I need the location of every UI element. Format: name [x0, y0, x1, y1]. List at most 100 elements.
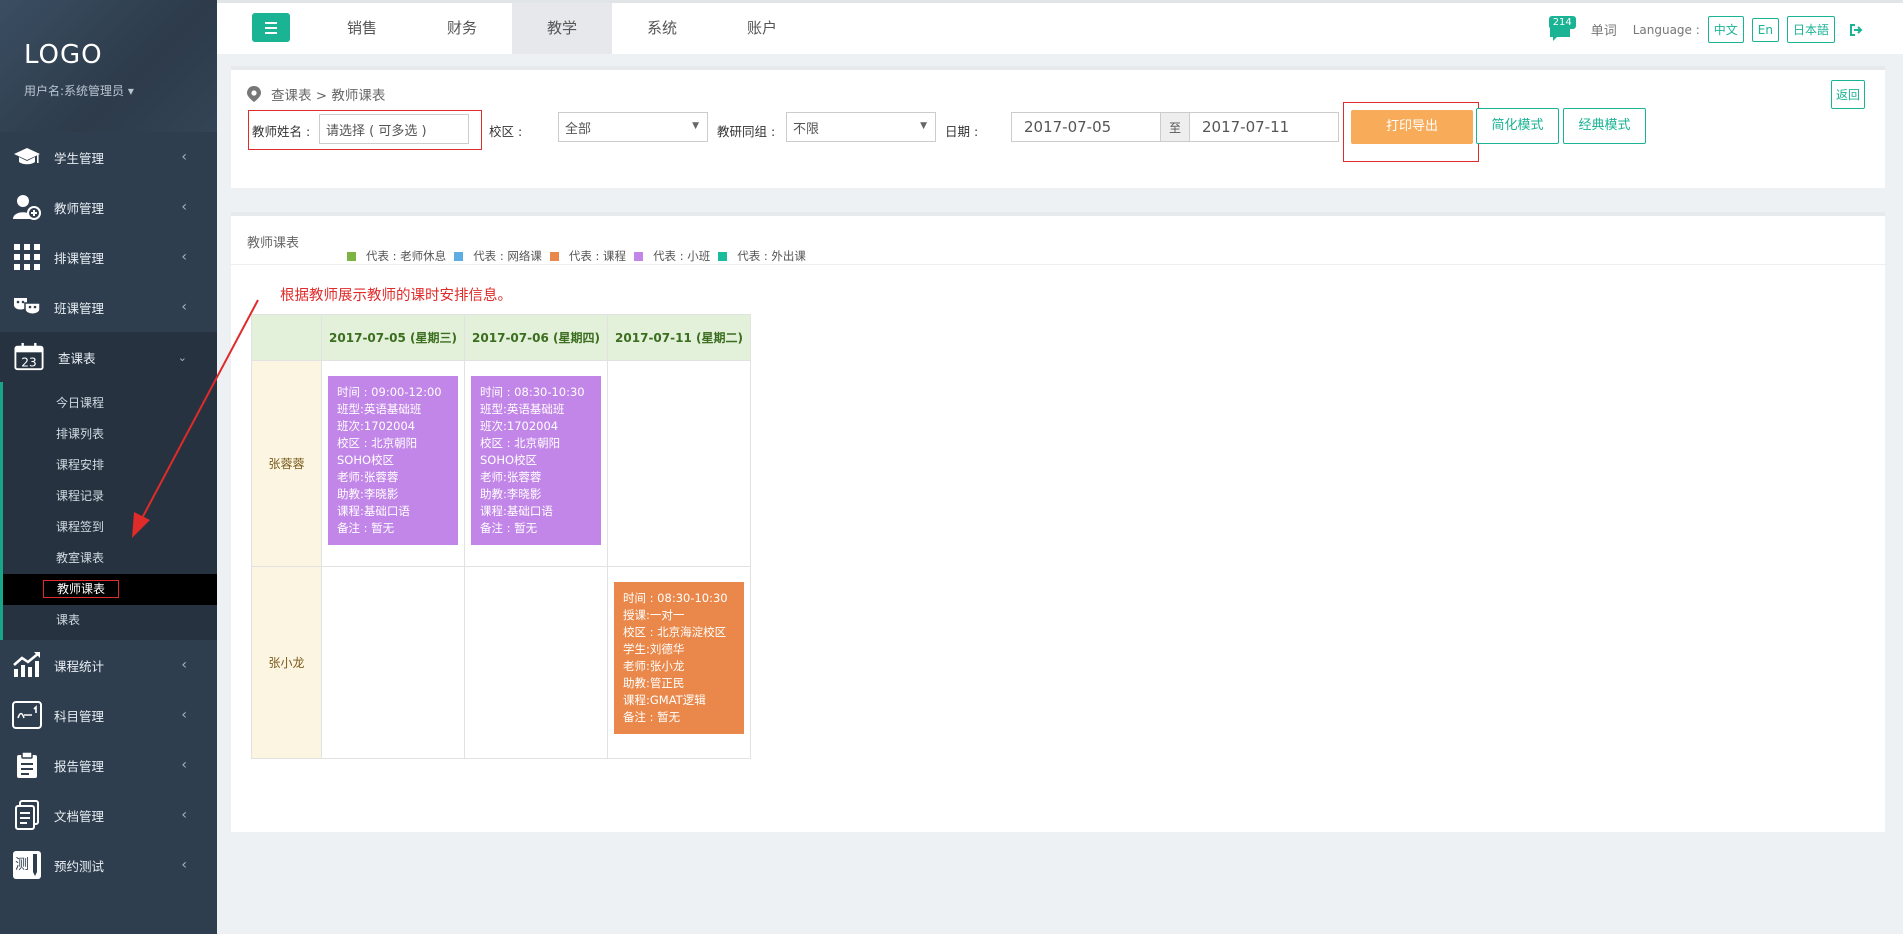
- annotation-text: 根据教师展示教师的课时安排信息。: [280, 288, 512, 304]
- filter-panel: 查课表 > 教师课表 返回 教师姓名 : 请选择 ( 可多选 ) 校区 : 全部…: [231, 66, 1885, 188]
- submenu-schedule-list[interactable]: 排课列表: [3, 419, 217, 450]
- date-to-input[interactable]: 2017-07-11: [1189, 112, 1339, 142]
- lang-zh-button[interactable]: 中文: [1707, 16, 1744, 43]
- word-link[interactable]: 单词: [1591, 20, 1617, 39]
- logout-icon[interactable]: [1849, 23, 1863, 37]
- dropdown-arrow-icon: ▼: [692, 121, 699, 131]
- user-menu[interactable]: 用户名:系统管理员 ▾: [24, 82, 217, 99]
- group-select[interactable]: 不限 ▼: [786, 112, 936, 142]
- tab-system[interactable]: 系统: [612, 3, 712, 54]
- teacher-select-input[interactable]: 请选择 ( 可多选 ): [319, 114, 469, 144]
- classic-mode-button[interactable]: 经典模式: [1563, 108, 1646, 144]
- teacher-name-cell: 张蓉蓉: [251, 360, 322, 567]
- course-detail-line: 时间 : 08:30-10:30: [480, 385, 585, 399]
- language-label: Language :: [1632, 22, 1700, 37]
- submenu-teacher-schedule-label: 教师课表: [43, 580, 120, 598]
- sidebar-item-label: 预约测试: [54, 858, 105, 874]
- course-detail-line: 授课:一对一: [623, 608, 685, 622]
- schedule-cell: 时间 : 08:30-10:30 授课:一对一 校区 : 北京海淀校区 学生:刘德华老…: [607, 566, 751, 759]
- table-row: 张小龙 时间 : 08:30-10:30 授课:一对一 校区 : 北京海淀校区 学生:刘…: [251, 566, 751, 759]
- submenu-timetable[interactable]: 课表: [3, 605, 217, 636]
- formula-board-icon: [12, 700, 42, 730]
- sidebar: LOGO 用户名:系统管理员 ▾ 学生管理 ‹ 教师管理 ‹ 排课管理 ‹ 班课…: [0, 0, 217, 934]
- lang-ja-button[interactable]: 日本語: [1786, 16, 1835, 43]
- date-separator: 至: [1160, 112, 1190, 142]
- schedule-cell[interactable]: [607, 360, 751, 567]
- chevron-left-icon: ‹: [181, 249, 187, 265]
- campus-select[interactable]: 全部 ▼: [558, 112, 708, 142]
- tab-teaching[interactable]: 教学: [512, 3, 612, 54]
- campus-select-value: 全部: [565, 121, 592, 137]
- legend-label: 代表 : 课程: [568, 249, 627, 263]
- chevron-left-icon: ‹: [181, 807, 187, 823]
- submenu-course-checkin[interactable]: 课程签到: [3, 512, 217, 543]
- sidebar-item-subject[interactable]: 科目管理 ‹: [0, 690, 217, 740]
- submenu-course-arrangement[interactable]: 课程安排: [3, 450, 217, 481]
- date-label: 日期 :: [945, 124, 979, 139]
- sidebar-item-test-booking[interactable]: 测 预约测试 ‹: [0, 840, 217, 890]
- course-card[interactable]: 时间 : 09:00-12:00 班型:英语基础班 班次:1702004 校区 : 北…: [328, 376, 458, 545]
- table-row: 张蓉蓉 时间 : 09:00-12:00 班型:英语基础班 班次:1702004 校区 …: [251, 360, 751, 567]
- column-header: 2017-07-06 (星期四): [464, 314, 608, 361]
- schedule-cell[interactable]: [464, 566, 608, 759]
- legend-label: 代表 : 外出课: [737, 249, 806, 263]
- schedule-panel: 教师课表 代表 : 老师休息 代表 : 网络课 代表 : 课程 代表 : 小班 …: [231, 212, 1885, 832]
- sidebar-item-teacher[interactable]: 教师管理 ‹: [0, 182, 217, 232]
- sidebar-item-report[interactable]: 报告管理 ‹: [0, 740, 217, 790]
- legend-label: 代表 : 网络课: [473, 249, 542, 263]
- user-add-icon: [12, 192, 42, 222]
- submenu-course-record[interactable]: 课程记录: [3, 481, 217, 512]
- campus-label: 校区 :: [489, 124, 523, 139]
- course-card[interactable]: 时间 : 08:30-10:30 班型:英语基础班 班次:1702004 校区 : 北…: [471, 376, 601, 545]
- sidebar-menu-lower: 课程统计 ‹ 科目管理 ‹ 报告管理 ‹ 文档管理 ‹ 测 预约测试 ‹: [0, 640, 217, 890]
- date-from-input[interactable]: 2017-07-05: [1011, 112, 1161, 142]
- caret-down-icon: ▾: [127, 84, 134, 98]
- tab-sales[interactable]: 销售: [312, 3, 412, 54]
- course-detail-line: 老师:张小龙: [623, 659, 685, 673]
- chevron-left-icon: ‹: [181, 857, 187, 873]
- sidebar-item-label: 科目管理: [54, 708, 105, 724]
- course-detail-line: 时间 : 08:30-10:30: [623, 591, 728, 605]
- sidebar-item-class[interactable]: 班课管理 ‹: [0, 282, 217, 332]
- chevron-left-icon: ‹: [181, 757, 187, 773]
- message-button[interactable]: 214: [1547, 15, 1576, 41]
- sidebar-item-label: 教师管理: [54, 200, 105, 216]
- menu-toggle-button[interactable]: [252, 13, 290, 42]
- sidebar-item-document[interactable]: 文档管理 ‹: [0, 790, 217, 840]
- schedule-cell[interactable]: [321, 566, 465, 759]
- course-detail-line: 班次:1702004: [337, 419, 416, 433]
- course-detail-line: 校区 : 北京海淀校区: [623, 625, 727, 639]
- course-detail-line: 课程:GMAT逻辑: [623, 693, 706, 707]
- chevron-left-icon: ‹: [181, 299, 187, 315]
- teacher-label: 教师姓名 :: [252, 124, 311, 139]
- back-button[interactable]: 返回: [1830, 80, 1865, 109]
- print-export-button[interactable]: 打印导出: [1351, 110, 1473, 144]
- submenu-classroom-schedule[interactable]: 教室课表: [3, 543, 217, 574]
- course-detail-line: 班型:英语基础班: [337, 402, 422, 416]
- lang-en-button[interactable]: En: [1751, 17, 1779, 42]
- simple-mode-button[interactable]: 简化模式: [1476, 108, 1559, 144]
- submenu-today-course[interactable]: 今日课程: [3, 388, 217, 419]
- breadcrumb-text: 查课表 > 教师课表: [271, 88, 386, 104]
- sidebar-item-schedule-view[interactable]: 23 查课表 ⌄: [0, 332, 217, 382]
- divider: [231, 264, 1885, 265]
- legend-swatch-course: [549, 251, 559, 261]
- sidebar-item-scheduling[interactable]: 排课管理 ‹: [0, 232, 217, 282]
- schedule-cell: 时间 : 09:00-12:00 班型:英语基础班 班次:1702004 校区 : 北…: [321, 360, 465, 567]
- submenu-teacher-schedule[interactable]: 教师课表: [3, 574, 217, 605]
- course-card[interactable]: 时间 : 08:30-10:30 授课:一对一 校区 : 北京海淀校区 学生:刘德华老…: [614, 582, 744, 734]
- course-detail-line: 助教:管正民: [623, 676, 685, 690]
- sidebar-item-course-stats[interactable]: 课程统计 ‹: [0, 640, 217, 690]
- legend-label: 代表 : 老师休息: [366, 249, 447, 263]
- grid-icon: [12, 242, 42, 272]
- course-detail-line: SOHO校区: [480, 453, 538, 467]
- legend-label: 代表 : 小班: [653, 249, 711, 263]
- chevron-left-icon: ‹: [181, 199, 187, 215]
- location-pin-icon: [247, 86, 261, 102]
- sidebar-item-student[interactable]: 学生管理 ‹: [0, 132, 217, 182]
- tab-finance[interactable]: 财务: [412, 3, 512, 54]
- dropdown-arrow-icon: ▼: [920, 121, 927, 131]
- tab-account[interactable]: 账户: [712, 3, 812, 54]
- course-detail-line: 助教:李晓影: [337, 487, 399, 501]
- corner-header: [251, 314, 322, 361]
